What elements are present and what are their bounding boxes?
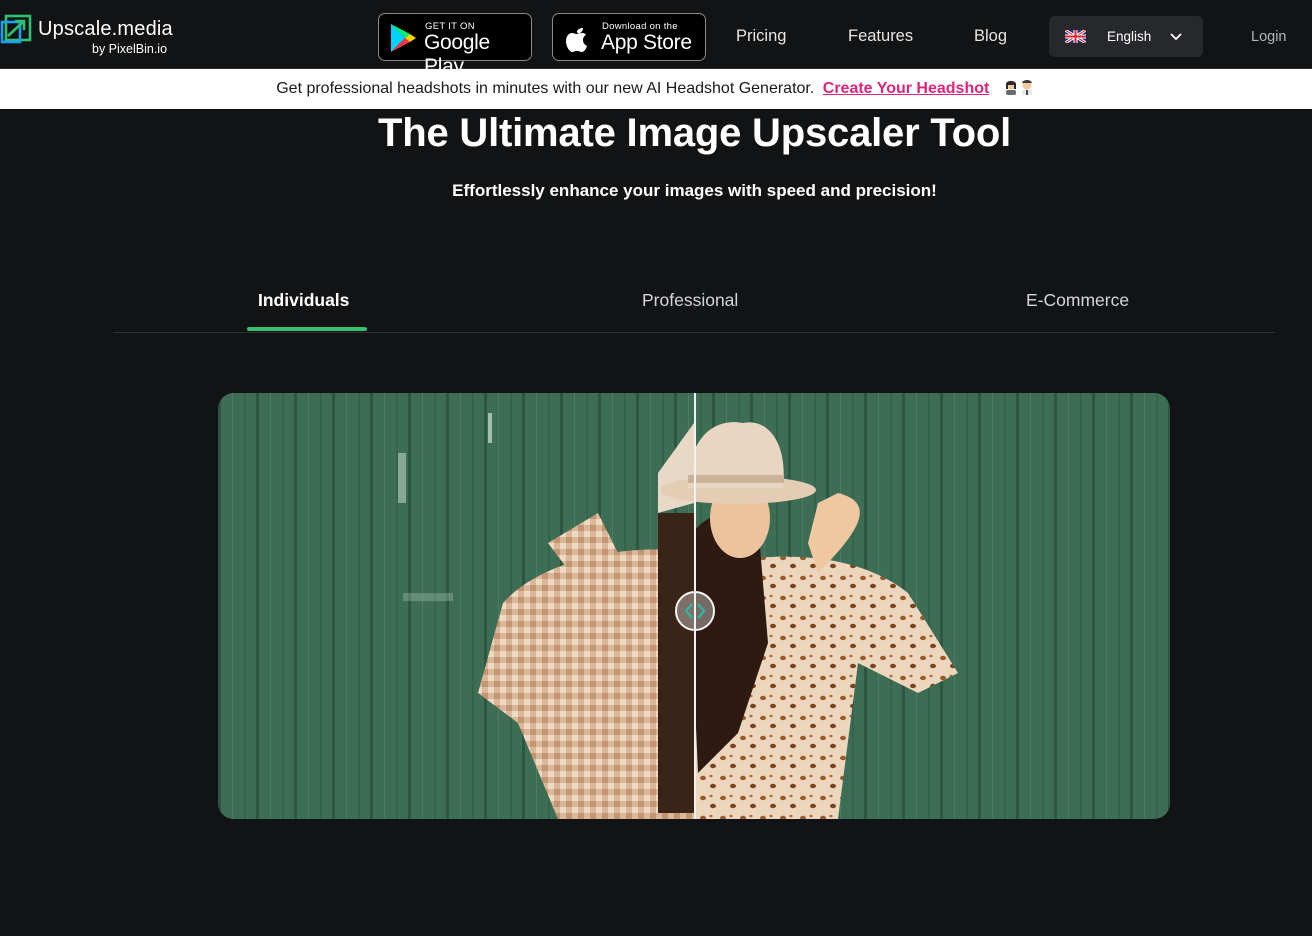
announcement-text: Get professional headshots in minutes wi… — [276, 80, 815, 97]
nav-link-features[interactable]: Features — [848, 27, 913, 46]
nav-link-pricing[interactable]: Pricing — [736, 27, 786, 46]
chevron-left-right-icon — [684, 603, 706, 619]
apple-icon — [566, 28, 587, 52]
upscale-logo-icon — [0, 14, 32, 44]
create-headshot-link[interactable]: Create Your Headshot — [823, 80, 990, 97]
tab-professional[interactable]: Professional — [642, 290, 738, 311]
google-play-button[interactable]: GET IT ON Google Play — [378, 13, 532, 78]
comparison-slider-handle[interactable] — [675, 591, 715, 631]
google-play-icon — [391, 24, 416, 52]
active-tab-indicator — [247, 327, 367, 331]
page-title: The Ultimate Image Upscaler Tool — [377, 111, 1011, 155]
uk-flag-icon — [1065, 30, 1086, 43]
app-store-button[interactable]: Download on the App Store — [552, 13, 706, 61]
brand-name: Upscale.media — [38, 18, 173, 40]
tab-ecommerce[interactable]: E-Commerce — [1026, 290, 1129, 311]
page-subtitle: Effortlessly enhance your images with sp… — [452, 181, 937, 200]
app-store-label: App Store — [601, 31, 692, 54]
nav-link-blog[interactable]: Blog — [974, 27, 1007, 46]
page: Upscale.media by PixelBin.io GET IT ON G… — [0, 0, 1312, 936]
chevron-down-icon — [1170, 33, 1182, 41]
top-navigation: Upscale.media by PixelBin.io GET IT ON G… — [0, 0, 1312, 78]
brand-byline: by PixelBin.io — [92, 42, 168, 56]
before-after-comparison[interactable] — [218, 393, 1170, 819]
category-tabs: Individuals Professional E-Commerce — [113, 280, 1275, 333]
language-label: English — [1107, 29, 1152, 44]
tab-individuals[interactable]: Individuals — [258, 290, 349, 311]
people-emoji-icon — [1005, 79, 1032, 95]
announcement-bar: Get professional headshots in minutes wi… — [0, 69, 1312, 109]
login-link[interactable]: Login — [1251, 29, 1286, 45]
language-selector[interactable]: English — [1049, 16, 1203, 57]
brand-logo[interactable]: Upscale.media by PixelBin.io — [0, 12, 190, 58]
